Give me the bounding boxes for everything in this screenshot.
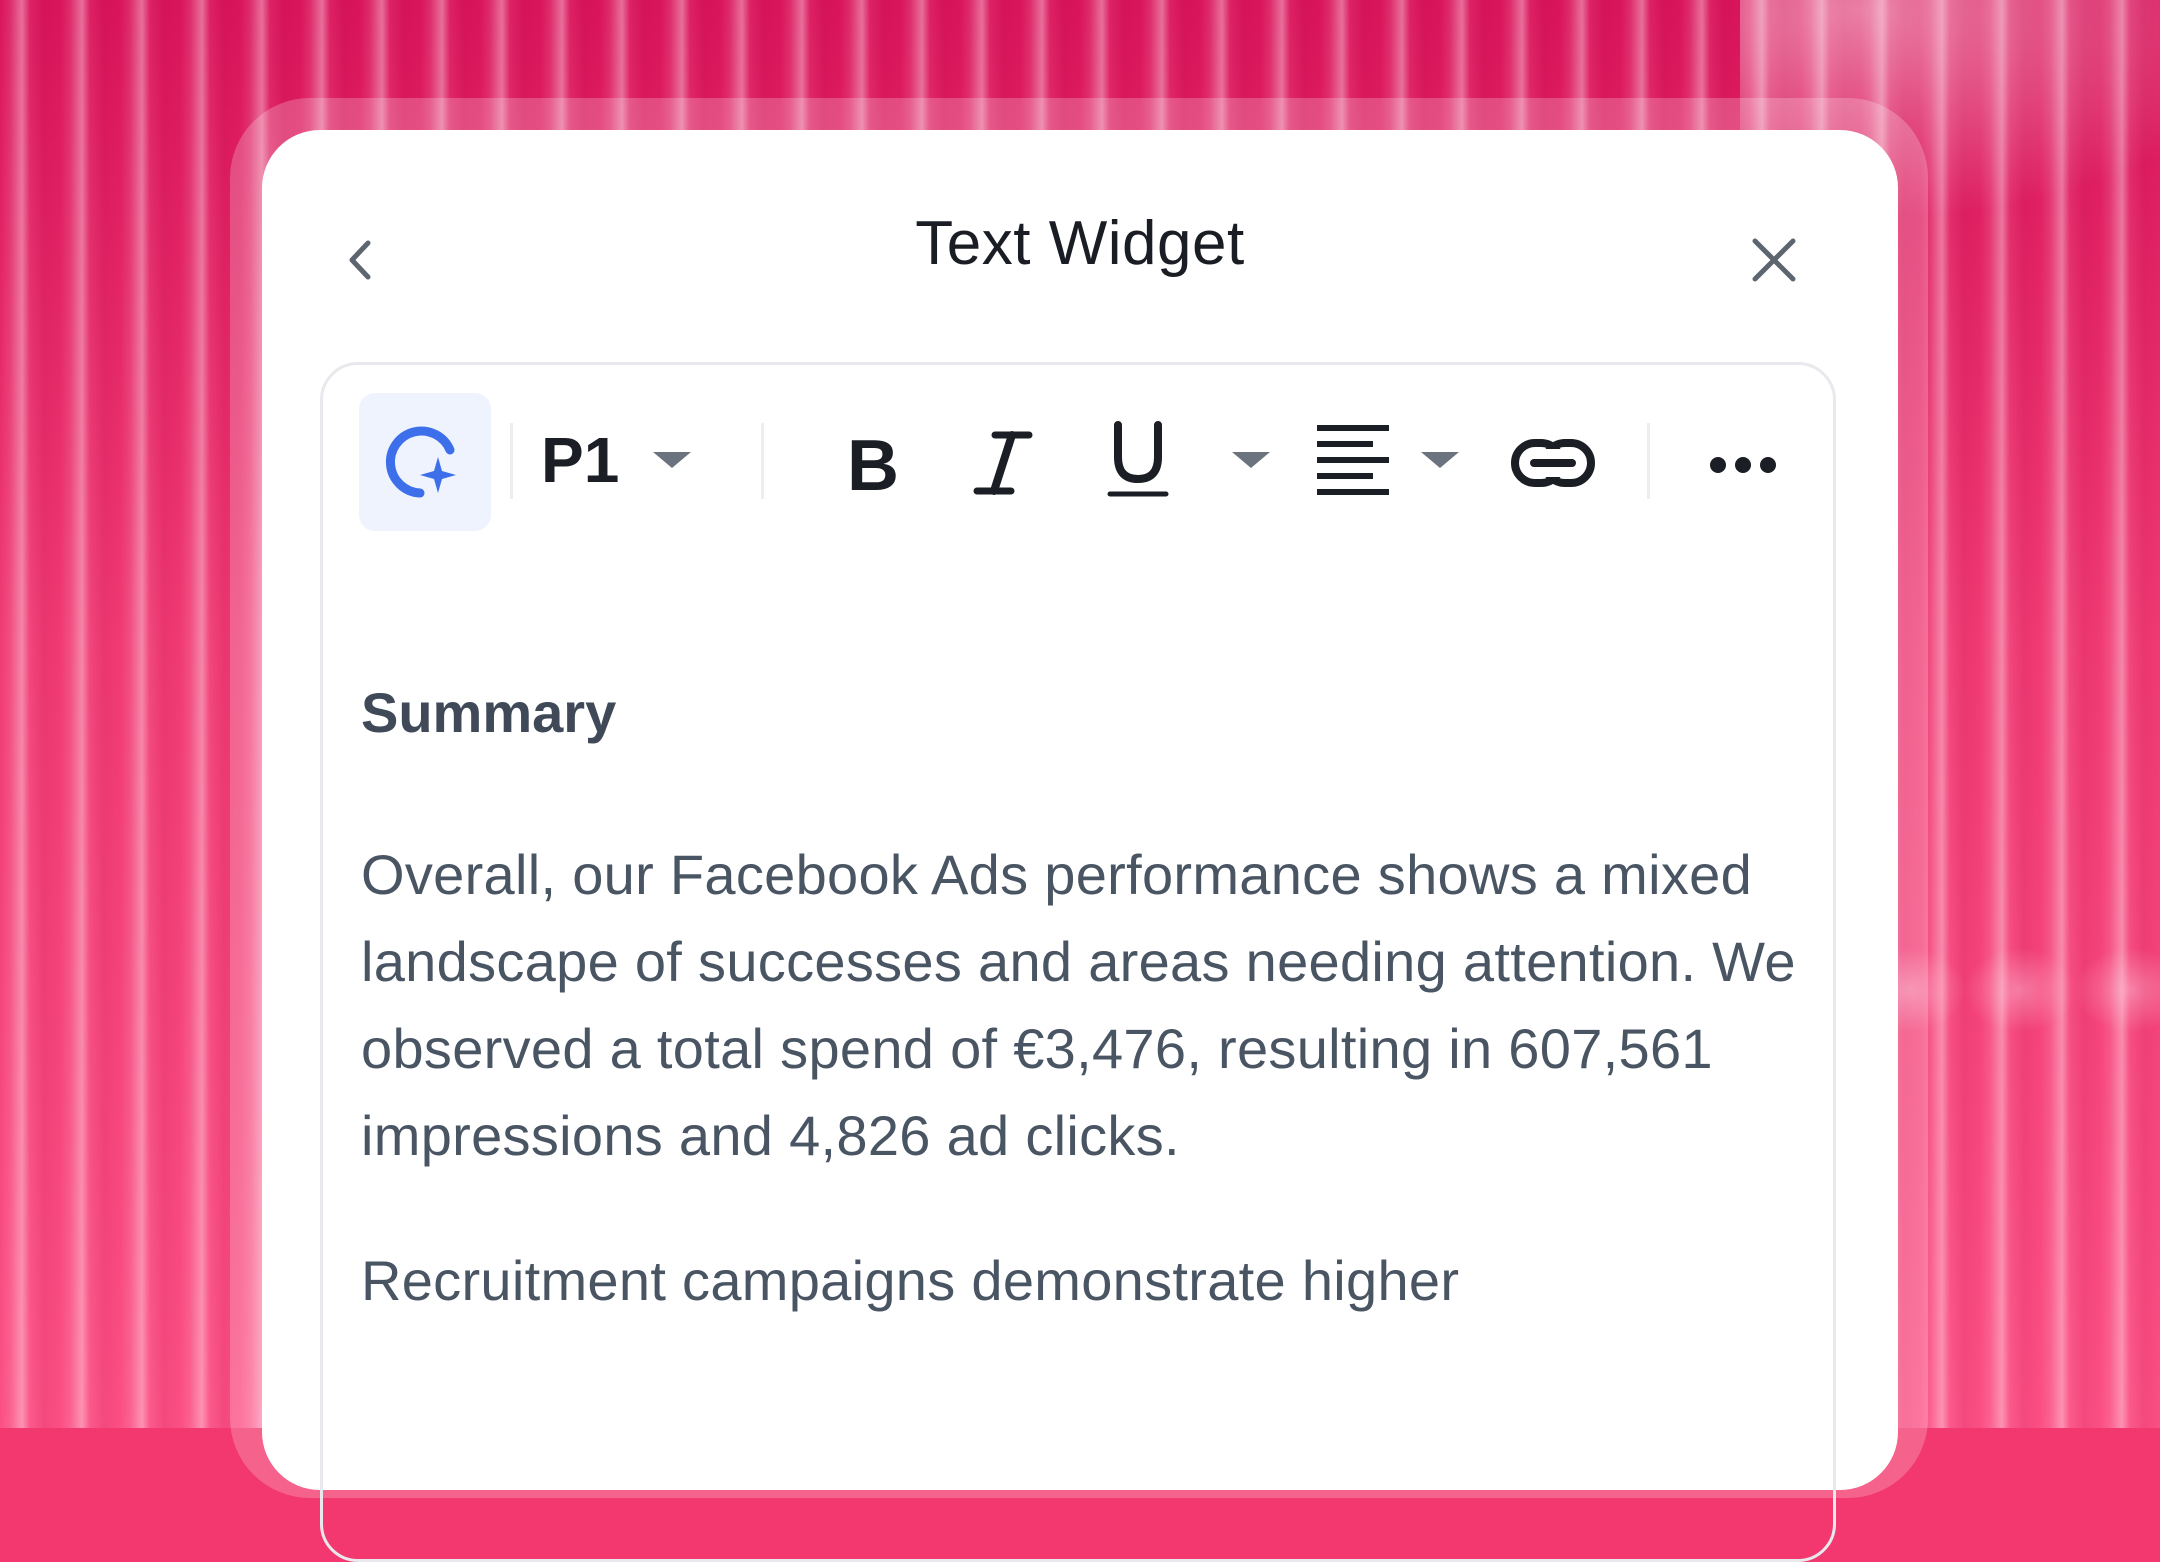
paragraph-style-label: P1 — [541, 424, 620, 496]
content-paragraph: Overall, our Facebook Ads performance sh… — [361, 843, 1796, 1167]
more-horizontal-icon — [1710, 457, 1776, 473]
chevron-down-icon — [1421, 452, 1459, 468]
content-heading: Summary — [361, 681, 617, 744]
bold-button[interactable]: B — [828, 420, 918, 505]
insert-link-button[interactable] — [1503, 420, 1603, 505]
paragraph-style-dropdown[interactable]: P1 — [541, 415, 692, 505]
ai-sparkle-icon — [385, 426, 456, 498]
text-widget-panel: Text Widget P1 B Summary Overall, our Fa… — [262, 130, 1898, 1562]
close-icon — [1752, 238, 1796, 282]
toolbar-separator — [510, 423, 513, 499]
underline-icon — [1107, 421, 1169, 497]
toolbar-separator — [761, 423, 764, 499]
rich-text-editor[interactable]: P1 B Summary Overall, our Facebook Ads p… — [320, 362, 1836, 1562]
panel-header: Text Widget — [262, 130, 1898, 360]
chevron-down-icon — [1232, 452, 1270, 468]
bold-icon: B — [847, 430, 899, 496]
italic-button[interactable] — [958, 420, 1048, 505]
editor-content[interactable]: Summary Overall, our Facebook Ads perfor… — [361, 680, 1821, 1324]
toolbar-separator — [1647, 423, 1650, 499]
close-button[interactable] — [1734, 220, 1814, 300]
italic-icon — [973, 430, 1033, 495]
panel-title: Text Widget — [915, 209, 1245, 278]
text-style-dropdown[interactable] — [1221, 445, 1281, 475]
formatting-toolbar: P1 B — [323, 365, 1833, 565]
link-icon — [1511, 438, 1595, 487]
svg-text:B: B — [847, 430, 899, 496]
chevron-down-icon — [653, 452, 692, 468]
underline-button[interactable] — [1093, 415, 1183, 505]
align-left-icon — [1317, 425, 1389, 495]
ai-assist-button[interactable] — [359, 393, 491, 531]
content-paragraph: Recruitment campaigns demonstrate higher — [361, 1249, 1460, 1312]
alignment-dropdown[interactable] — [1315, 415, 1459, 505]
more-options-button[interactable] — [1693, 425, 1793, 505]
